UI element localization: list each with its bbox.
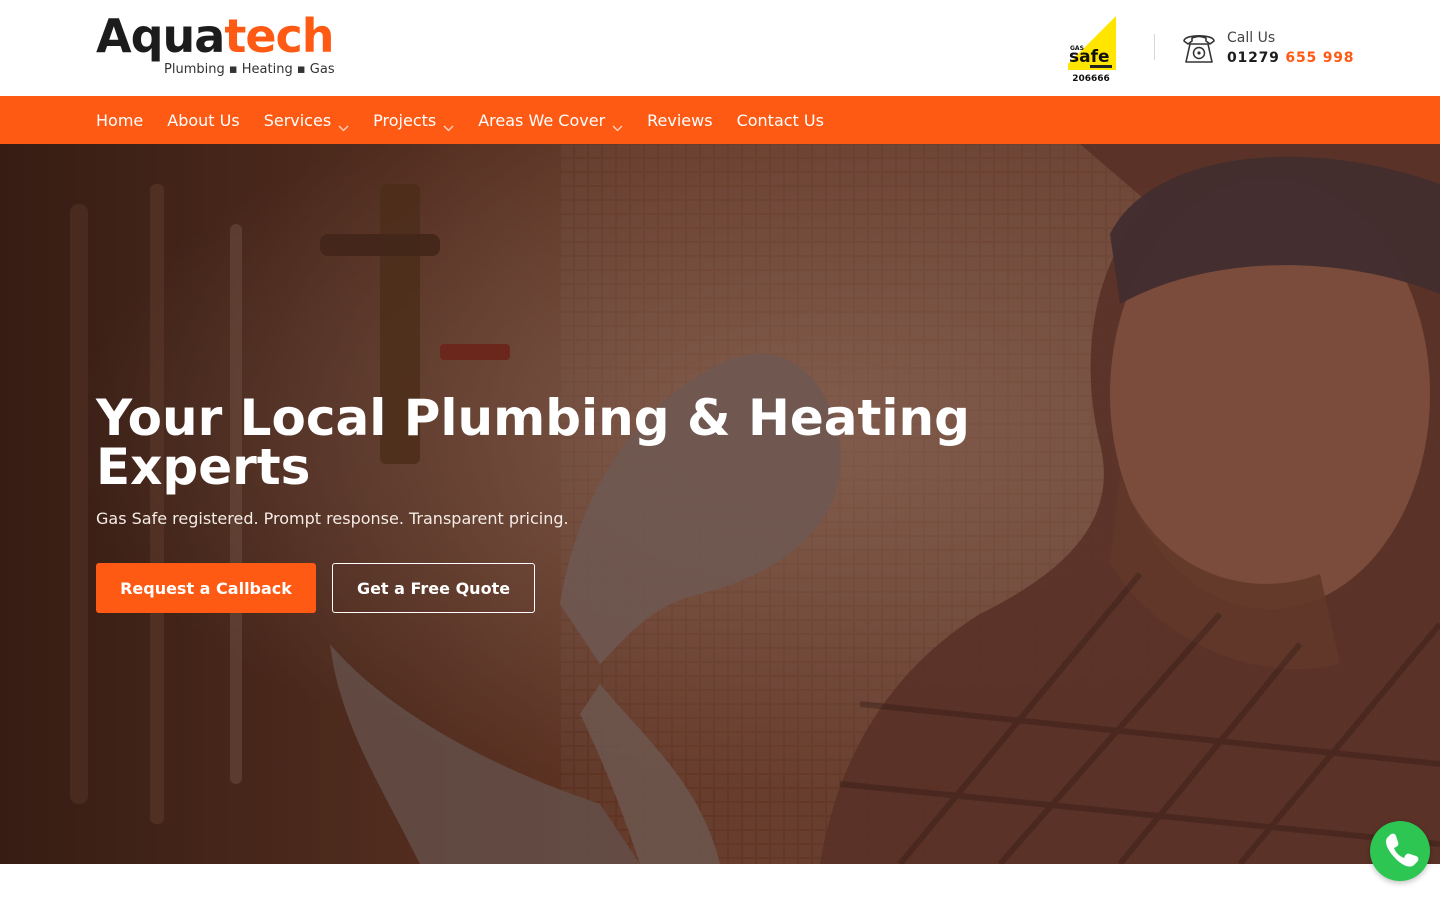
phone-call-icon[interactable] xyxy=(1370,821,1430,881)
call-us-number[interactable]: 01279 655 998 xyxy=(1227,50,1354,66)
nav-item-label: Areas We Cover xyxy=(478,110,606,130)
nav-item-label: Home xyxy=(96,110,144,130)
nav-item-label: Projects xyxy=(373,110,437,130)
nav-item-projects[interactable]: Projects xyxy=(373,110,454,131)
next-section-top xyxy=(0,864,1440,900)
gas-safe-logo-icon: GAS safe xyxy=(1068,16,1116,70)
site-header: Aquatech Plumbing ▪ Heating ▪ Gas GAS sa… xyxy=(0,0,1440,96)
logo-wordmark: Aquatech xyxy=(96,8,335,64)
nav-menu: Home About Us Services Projects Areas We Cov… xyxy=(96,96,848,144)
logo-tagline: Plumbing ▪ Heating ▪ Gas xyxy=(164,62,335,77)
header-divider xyxy=(1154,34,1155,60)
free-quote-button[interactable]: Get a Free Quote xyxy=(332,563,535,613)
nav-item-label: Contact Us xyxy=(736,110,824,130)
site-logo[interactable]: Aquatech Plumbing ▪ Heating ▪ Gas xyxy=(96,9,336,80)
chevron-down-icon xyxy=(612,117,623,131)
logo-word-tech: tech xyxy=(224,9,334,63)
chevron-down-icon xyxy=(443,117,454,131)
nav-item-label: About Us xyxy=(167,110,240,130)
nav-item-reviews[interactable]: Reviews xyxy=(647,111,712,130)
hero-background-image xyxy=(0,144,1440,864)
hero-section: Your Local Plumbing & Heating Experts Ga… xyxy=(0,144,1440,864)
nav-item-home[interactable]: Home xyxy=(96,111,143,130)
nav-item-label: Reviews xyxy=(647,110,713,130)
gas-safe-badge: GAS safe 206666 xyxy=(1060,12,1122,86)
phone-prefix: 01279 xyxy=(1227,50,1280,66)
call-us-label: Call Us xyxy=(1227,30,1276,46)
nav-item-about-us[interactable]: About Us xyxy=(167,111,239,130)
chevron-down-icon xyxy=(338,117,349,131)
nav-item-label: Services xyxy=(263,110,332,130)
gas-safe-brand: safe xyxy=(1069,47,1110,67)
hero-subtitle: Gas Safe registered. Prompt response. Tr… xyxy=(96,509,569,528)
nav-item-services[interactable]: Services xyxy=(263,110,349,131)
phone-main: 655 998 xyxy=(1285,50,1355,66)
logo-word-aqua: Aqua xyxy=(96,9,225,63)
nav-item-contact-us[interactable]: Contact Us xyxy=(737,111,824,130)
hero-title: Your Local Plumbing & Heating Experts xyxy=(96,389,970,496)
request-callback-button[interactable]: Request a Callback xyxy=(96,563,316,613)
telephone-icon xyxy=(1180,29,1218,67)
nav-item-areas-we-cover[interactable]: Areas We Cover xyxy=(478,110,623,131)
gas-safe-number: 206666 xyxy=(1072,74,1110,84)
main-navigation: Home About Us Services Projects Areas We Cov… xyxy=(0,96,1440,144)
